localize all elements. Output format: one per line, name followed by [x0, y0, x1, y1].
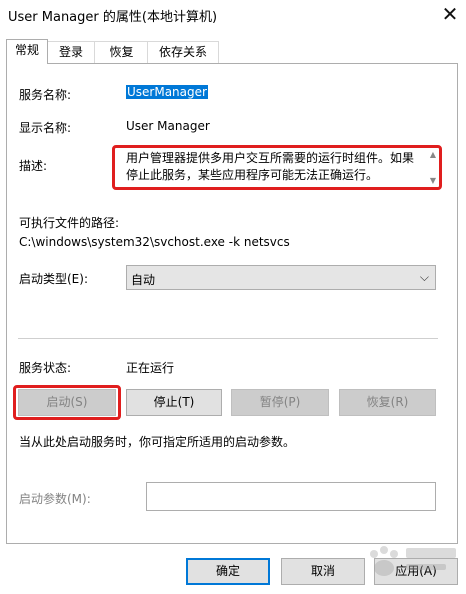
exe-path-label: 可执行文件的路径:: [19, 216, 120, 230]
service-status-label: 服务状态:: [19, 361, 72, 375]
general-panel: [6, 63, 458, 544]
start-params-hint: 当从此处启动服务时，你可指定所适用的启动参数。: [19, 435, 296, 449]
display-name-label: 显示名称:: [19, 121, 72, 135]
tab-dependencies[interactable]: 依存关系: [147, 41, 219, 63]
section-divider: [18, 338, 438, 339]
start-params-label: 启动参数(M):: [19, 492, 91, 506]
startup-type-select[interactable]: 自动 ⌵: [126, 265, 436, 290]
resume-button[interactable]: 恢复(R): [339, 389, 436, 416]
chevron-down-icon: ⌵: [419, 270, 429, 284]
tab-recovery[interactable]: 恢复: [94, 41, 149, 63]
description-label: 描述:: [19, 159, 48, 173]
start-params-input[interactable]: [146, 482, 436, 511]
ok-button[interactable]: 确定: [186, 558, 270, 585]
exe-path-value[interactable]: C:\windows\system32\svchost.exe -k netsv…: [19, 235, 290, 249]
window-title: User Manager 的属性(本地计算机): [8, 10, 218, 25]
startup-type-label: 启动类型(E):: [19, 272, 88, 286]
service-name-label: 服务名称:: [19, 88, 72, 102]
description-highlight-box: [112, 145, 442, 190]
tab-logon[interactable]: 登录: [46, 41, 96, 63]
service-name-text: UserManager: [126, 85, 208, 99]
watermark-logo: [360, 540, 464, 590]
service-name-value[interactable]: UserManager: [126, 85, 208, 99]
close-icon[interactable]: ✕: [438, 2, 462, 26]
startup-type-value: 自动: [131, 273, 156, 287]
stop-button[interactable]: 停止(T): [126, 389, 222, 416]
tab-general[interactable]: 常规: [6, 39, 48, 64]
service-status-value: 正在运行: [126, 361, 175, 375]
cancel-button[interactable]: 取消: [281, 558, 365, 585]
display-name-value[interactable]: User Manager: [126, 119, 210, 133]
pause-button[interactable]: 暂停(P): [231, 389, 329, 416]
start-button-highlight-box: [13, 385, 121, 420]
